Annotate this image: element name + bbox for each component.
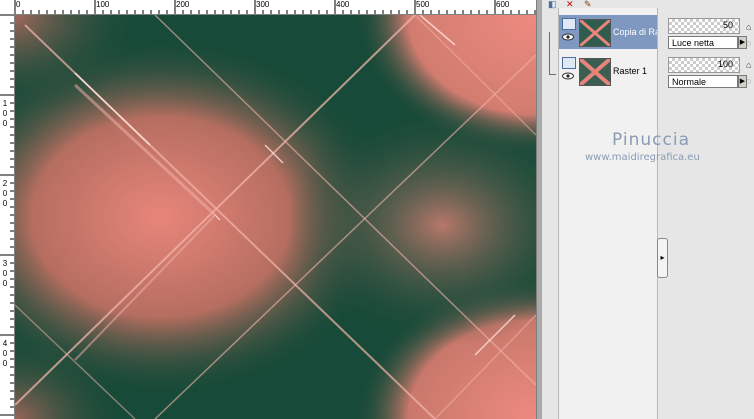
layer-thumbnail <box>579 19 611 47</box>
vertical-ruler: 1 0 0 2 0 0 3 0 0 4 0 0 <box>0 14 15 419</box>
raster-layer-icon <box>562 57 576 69</box>
raster-layer-icon <box>562 18 576 30</box>
lock-icon[interactable]: ⌂ <box>746 22 754 32</box>
ruler-ticks-left <box>0 14 14 416</box>
layer-thumbnail <box>579 58 611 86</box>
collapse-arrow-icon[interactable]: ▸ <box>657 238 668 278</box>
horizontal-ruler: 0 100 200 300 400 500 600 <box>0 0 540 15</box>
image-canvas[interactable] <box>15 15 536 419</box>
layer-name: Copia di Ra <box>613 27 657 37</box>
eye-icon[interactable] <box>562 72 574 80</box>
new-layer-icon[interactable]: ◧ <box>548 0 557 9</box>
layer-name: Raster 1 <box>613 66 648 76</box>
eye-icon[interactable] <box>562 33 574 41</box>
layers-toolbar: ◧ ✕ ✎ <box>548 0 628 9</box>
layer-list: Copia di Ra Raster 1 <box>558 8 658 419</box>
opacity-value: 100 <box>717 59 733 69</box>
watermark-name: Pinuccia <box>612 130 690 150</box>
link-icon[interactable]: ◌ <box>746 76 754 86</box>
opacity-value: 50 <box>722 20 733 30</box>
blend-mode-select[interactable]: Normale <box>668 75 738 88</box>
layer-row-raster1[interactable]: Raster 1 <box>559 54 657 88</box>
lock-icon[interactable]: ⌂ <box>746 60 754 70</box>
delete-layer-icon[interactable]: ✕ <box>566 0 574 9</box>
layer-row-copia[interactable]: Copia di Ra <box>559 15 657 49</box>
artwork <box>15 15 536 419</box>
watermark-url: www.maidiregrafica.eu <box>585 152 700 163</box>
layer-tree-line <box>549 32 556 72</box>
brush-icon[interactable]: ✎ <box>584 0 592 9</box>
layer-tree-branch <box>549 68 556 75</box>
blend-mode-select[interactable]: Luce netta <box>668 36 738 49</box>
ruler-ticks-top <box>14 0 536 14</box>
link-icon[interactable]: ◌ <box>746 38 754 48</box>
opacity-slider[interactable]: 50 <box>668 18 740 34</box>
opacity-slider[interactable]: 100 <box>668 57 740 73</box>
